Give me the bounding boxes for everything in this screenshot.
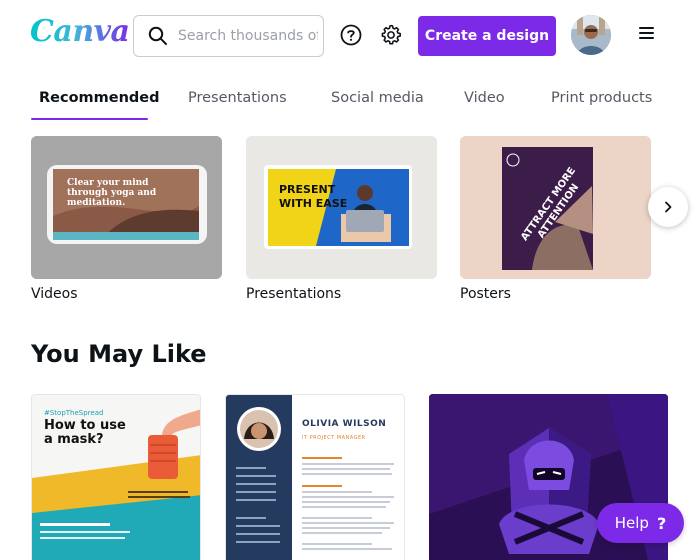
- mask-card-heading: How to use a mask?: [44, 418, 126, 447]
- presentations-label[interactable]: Presentations: [246, 286, 341, 302]
- presentations-card[interactable]: PRESENT WITH EASE: [246, 136, 437, 279]
- videos-thumb-text: Clear your mind through yoga and meditat…: [67, 178, 157, 208]
- search-icon: [148, 26, 167, 45]
- canva-logo[interactable]: Canva: [30, 14, 130, 49]
- active-tab-indicator: [31, 118, 148, 120]
- videos-label[interactable]: Videos: [31, 286, 78, 302]
- help-label: Help: [614, 514, 649, 532]
- you-may-like-heading: You May Like: [31, 340, 207, 368]
- search-input[interactable]: [178, 24, 318, 48]
- posters-card[interactable]: ATTRACT MORE ATTENTION: [460, 136, 651, 279]
- help-circle-icon[interactable]: [338, 22, 364, 48]
- tab-recommended[interactable]: Recommended: [39, 90, 160, 106]
- template-card-mask-infographic[interactable]: #StopTheSpread How to use a mask?: [31, 394, 201, 560]
- user-avatar[interactable]: [571, 15, 611, 55]
- posters-label[interactable]: Posters: [460, 286, 511, 302]
- presentations-thumb-text: PRESENT WITH EASE: [279, 183, 348, 210]
- tab-video[interactable]: Video: [464, 90, 505, 106]
- category-tabs: Recommended Presentations Social media V…: [0, 84, 700, 122]
- tab-presentations[interactable]: Presentations: [188, 90, 287, 106]
- search-box[interactable]: [133, 15, 324, 57]
- create-design-button[interactable]: Create a design: [418, 16, 556, 56]
- resume-name: OLIVIA WILSON: [302, 419, 387, 429]
- tab-print-products[interactable]: Print products: [551, 90, 652, 106]
- help-button[interactable]: Help ?: [597, 503, 684, 543]
- hamburger-menu-icon[interactable]: [636, 24, 658, 46]
- gear-icon[interactable]: [378, 22, 404, 48]
- resume-role: IT PROJECT MANAGER: [302, 435, 366, 441]
- template-card-resume[interactable]: OLIVIA WILSON IT PROJECT MANAGER: [225, 394, 405, 560]
- top-header: Canva Create a design: [0, 0, 700, 72]
- chevron-right-icon: [665, 201, 672, 213]
- question-mark-icon: ?: [656, 513, 667, 533]
- tab-social-media[interactable]: Social media: [331, 90, 424, 106]
- videos-card[interactable]: Clear your mind through yoga and meditat…: [31, 136, 222, 279]
- carousel-next-button[interactable]: [648, 187, 688, 227]
- mask-card-tag: #StopTheSpread: [44, 409, 104, 417]
